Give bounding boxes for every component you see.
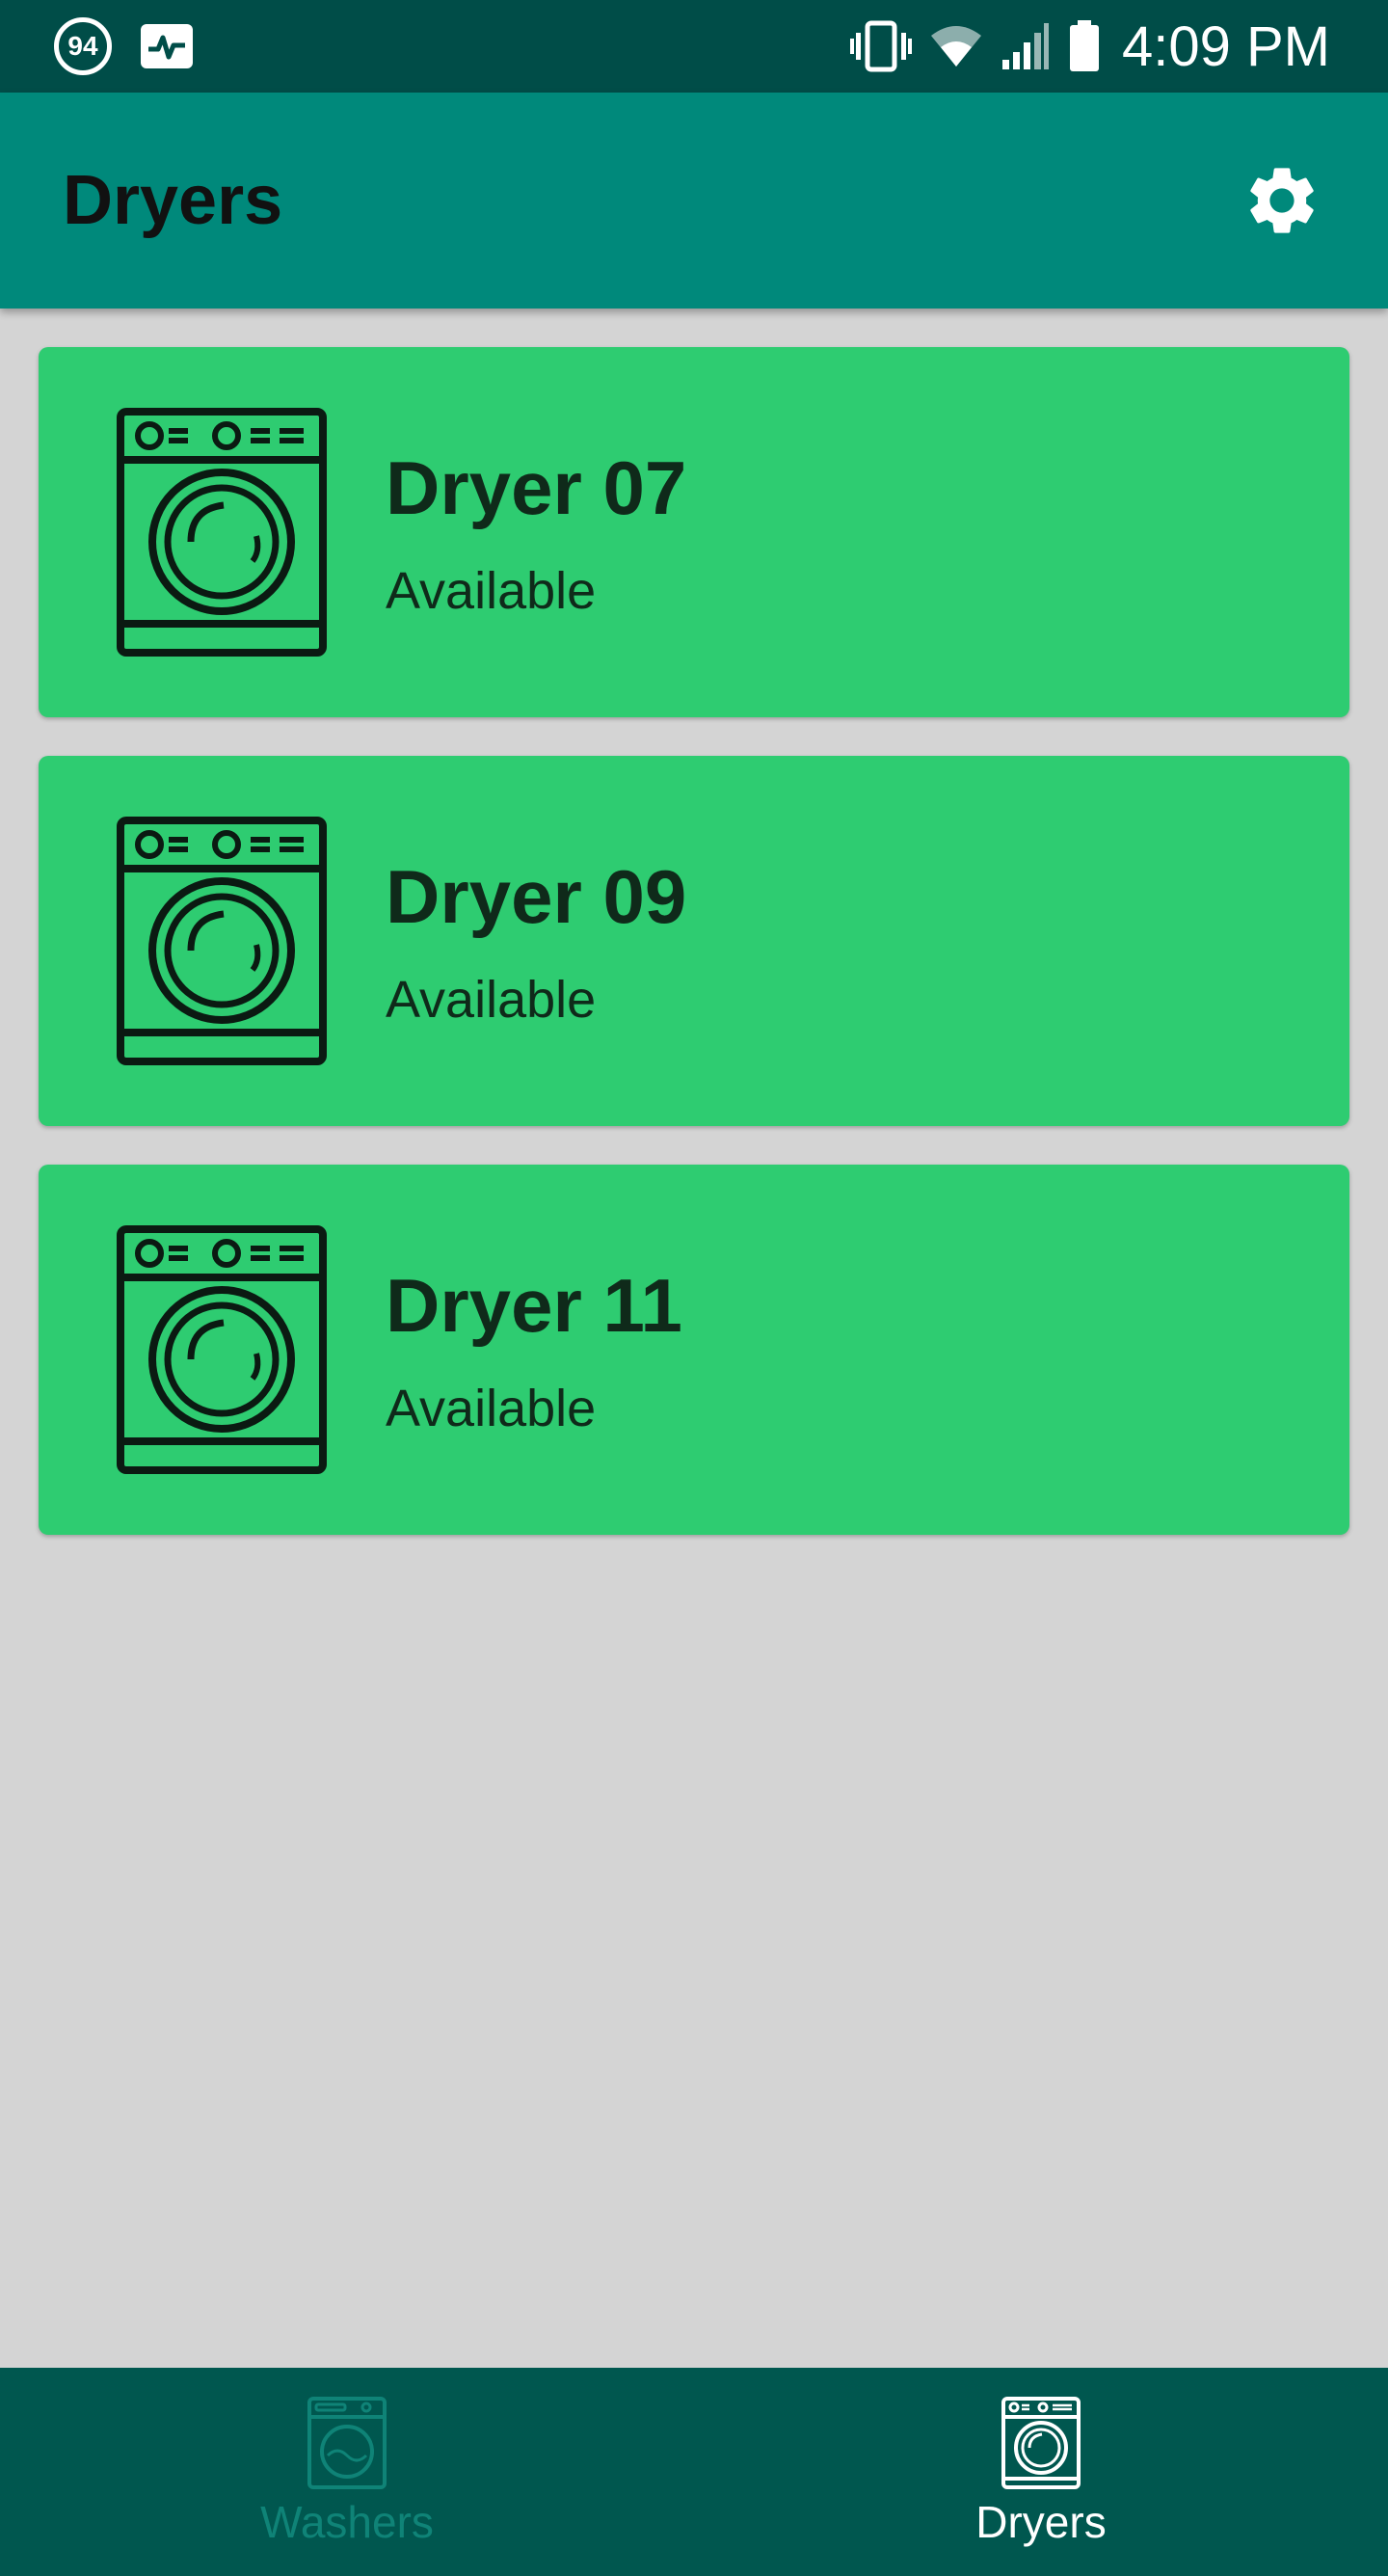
dryer-status: Available xyxy=(386,1379,597,1437)
dryer-card-text: Dryer 11 Available xyxy=(386,1262,682,1438)
nav-label-washers: Washers xyxy=(260,2497,434,2547)
dryer-icon xyxy=(1001,2397,1081,2489)
dryer-name: Dryer 09 xyxy=(386,853,687,939)
settings-button[interactable] xyxy=(1234,152,1330,249)
dryer-list: Dryer 07 Available Dryer 09 Available Dr… xyxy=(39,347,1349,1573)
dryer-status: Available xyxy=(386,970,597,1029)
nav-tab-washers[interactable]: Washers xyxy=(0,2368,694,2576)
dryer-status: Available xyxy=(386,561,597,620)
status-time: 4:09 PM xyxy=(1122,14,1330,78)
notification-badge-icon: 94 xyxy=(54,17,112,75)
dryer-machine-icon xyxy=(117,408,327,657)
bottom-nav: Washers Dryers xyxy=(0,2368,1388,2576)
page-title: Dryers xyxy=(63,162,283,239)
signal-icon xyxy=(1002,23,1049,69)
status-left: 94 xyxy=(54,17,222,75)
dryer-name: Dryer 07 xyxy=(386,444,687,530)
battery-icon xyxy=(1070,20,1099,71)
gear-icon xyxy=(1250,168,1314,233)
dryer-card-text: Dryer 09 Available xyxy=(386,853,686,1030)
nav-label-dryers: Dryers xyxy=(975,2497,1107,2547)
dryer-machine-icon xyxy=(117,1225,327,1474)
washer-icon xyxy=(307,2397,387,2489)
notification-badge-count: 94 xyxy=(67,31,98,61)
dryer-machine-icon xyxy=(117,817,327,1065)
activity-icon xyxy=(141,24,193,68)
wifi-icon xyxy=(931,26,981,67)
dryer-name: Dryer 11 xyxy=(386,1262,682,1348)
dryer-card-text: Dryer 07 Available xyxy=(386,444,686,621)
app-bar: Dryers xyxy=(0,93,1388,309)
nav-tab-dryers[interactable]: Dryers xyxy=(694,2368,1388,2576)
dryer-card[interactable]: Dryer 07 Available xyxy=(39,347,1349,717)
status-bar: 94 4:09 PM xyxy=(0,0,1388,93)
dryer-card[interactable]: Dryer 09 Available xyxy=(39,756,1349,1126)
dryer-card[interactable]: Dryer 11 Available xyxy=(39,1165,1349,1535)
status-right: 4:09 PM xyxy=(833,14,1330,79)
vibrate-icon xyxy=(850,20,912,72)
